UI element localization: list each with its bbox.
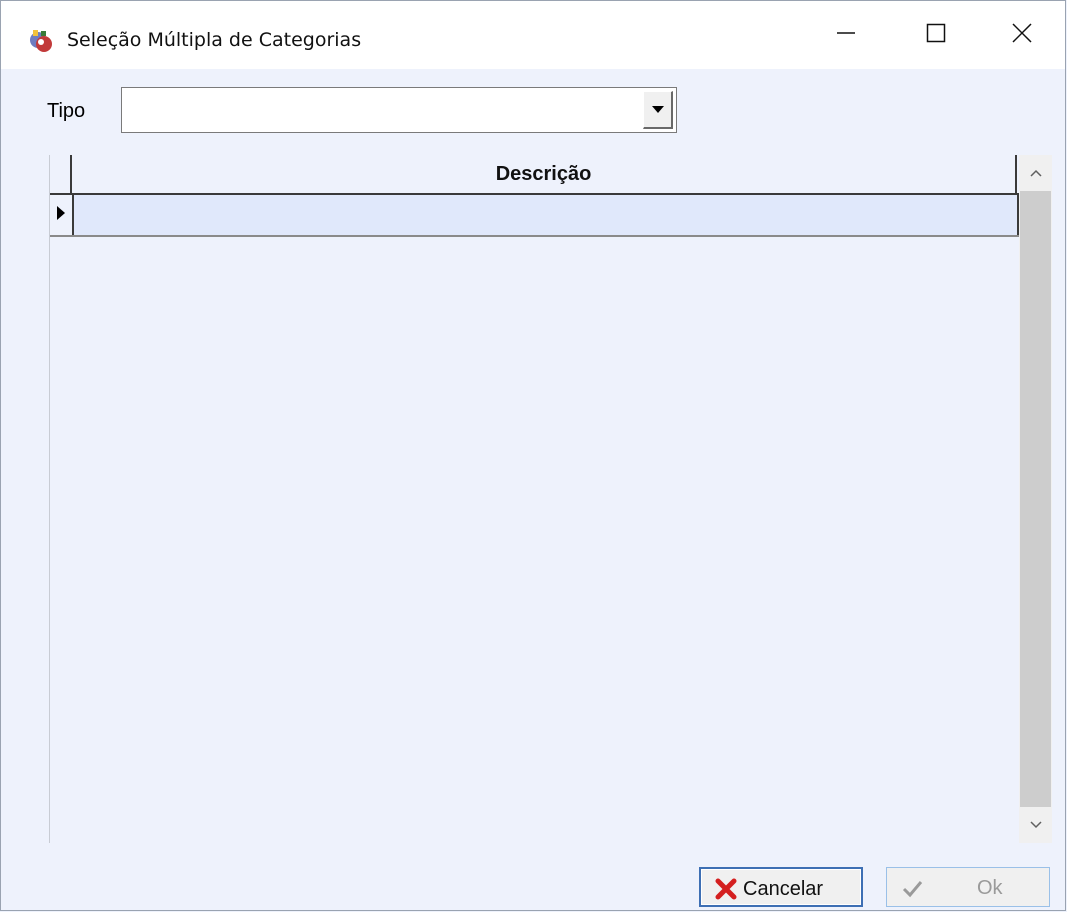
table-row[interactable]: [50, 195, 1019, 237]
row-cell-descricao[interactable]: [74, 195, 1019, 235]
grid-header: Descrição: [50, 155, 1019, 195]
header-indicator-cell: [50, 155, 72, 193]
cancel-label: Cancelar: [743, 878, 824, 900]
categories-grid[interactable]: Descrição: [49, 155, 1052, 843]
checkmark-icon: [901, 877, 923, 899]
tipo-select[interactable]: [121, 87, 677, 133]
app-logo-icon: [27, 27, 55, 55]
maximize-icon: [926, 23, 946, 48]
dialog-window: Seleção Múltipla de Categorias Tipo Desc…: [0, 0, 1066, 911]
dropdown-arrow-icon: [651, 101, 664, 119]
minimize-button[interactable]: [801, 1, 891, 69]
ok-label: Ok: [977, 877, 1003, 899]
close-button[interactable]: [977, 1, 1067, 69]
chevron-down-icon: [1029, 816, 1042, 834]
maximize-button[interactable]: [891, 1, 981, 69]
close-icon: [1012, 22, 1032, 48]
chevron-up-icon: [1029, 164, 1042, 182]
minimize-icon: [836, 23, 856, 48]
scroll-up-button[interactable]: [1019, 155, 1052, 191]
row-pointer-icon: [56, 205, 66, 226]
red-x-icon: [715, 878, 737, 900]
title-bar[interactable]: Seleção Múltipla de Categorias: [1, 1, 1065, 69]
row-indicator[interactable]: [50, 195, 74, 235]
scroll-thumb[interactable]: [1020, 191, 1051, 807]
column-header-descricao[interactable]: Descrição: [72, 155, 1017, 193]
cancel-button[interactable]: Cancelar: [699, 867, 863, 907]
vertical-scrollbar[interactable]: [1019, 155, 1052, 843]
tipo-dropdown-button[interactable]: [643, 91, 673, 129]
ok-button[interactable]: Ok: [886, 867, 1050, 907]
tipo-label: Tipo: [47, 100, 86, 122]
scroll-down-button[interactable]: [1019, 807, 1052, 843]
window-title: Seleção Múltipla de Categorias: [67, 29, 362, 51]
